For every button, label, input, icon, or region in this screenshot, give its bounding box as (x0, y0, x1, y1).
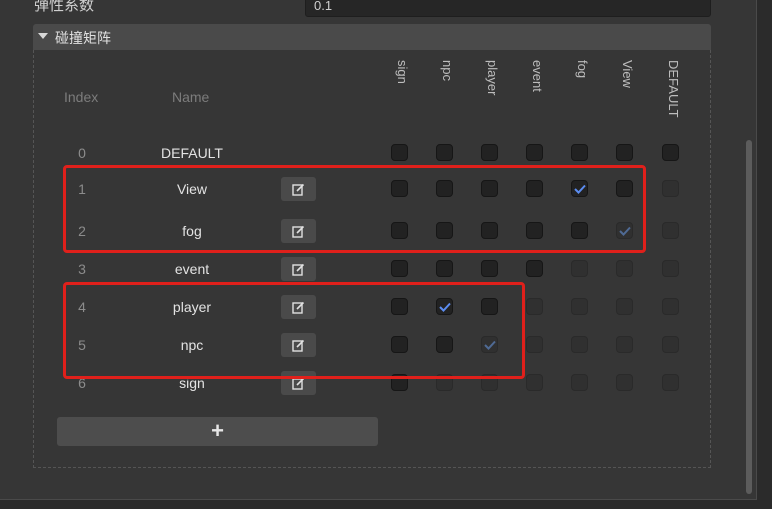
column-header-default: DEFAULT (662, 60, 682, 140)
section-title: 碰撞矩阵 (55, 30, 111, 46)
column-header-player: player (481, 60, 501, 140)
scrollbar-thumb[interactable] (746, 140, 752, 494)
collision-checkbox (662, 298, 679, 315)
collision-checkbox (616, 298, 633, 315)
column-header-label: DEFAULT (666, 60, 681, 118)
elasticity-input[interactable]: 0.1 (305, 0, 711, 17)
collision-checkbox (662, 180, 679, 197)
collision-checkbox[interactable] (436, 260, 453, 277)
collision-checkbox[interactable] (481, 260, 498, 277)
collapse-arrow-icon[interactable] (38, 33, 48, 39)
add-group-button[interactable]: + (57, 417, 378, 446)
collision-checkbox (526, 336, 543, 353)
column-header-label: View (620, 60, 635, 88)
collision-checkbox (662, 336, 679, 353)
highlight-box-bottom (63, 282, 525, 379)
edit-group-button[interactable] (281, 257, 316, 281)
column-header-label: fog (575, 60, 590, 79)
elasticity-label: 弹性系数 (34, 0, 95, 14)
column-header-label: player (485, 60, 500, 96)
column-header-label: event (530, 60, 545, 92)
collision-checkbox (526, 298, 543, 315)
collision-checkbox[interactable] (571, 144, 588, 161)
collision-checkbox[interactable] (391, 144, 408, 161)
collision-checkbox (571, 298, 588, 315)
elasticity-property: 弹性系数 0.1 (0, 0, 740, 18)
collision-checkbox (616, 374, 633, 391)
collision-checkbox (571, 336, 588, 353)
collision-checkbox[interactable] (616, 144, 633, 161)
edit-icon (292, 263, 305, 276)
collision-checkbox (526, 374, 543, 391)
collision-checkbox (571, 260, 588, 277)
row-index: 0 (78, 145, 86, 161)
column-header-label: sign (395, 60, 410, 84)
column-header-event: event (526, 60, 546, 140)
collision-checkbox[interactable] (526, 260, 543, 277)
collision-checkbox (662, 260, 679, 277)
column-header-fog: fog (571, 60, 591, 140)
collision-checkbox (616, 336, 633, 353)
collision-matrix-header[interactable]: 碰撞矩阵 (33, 24, 711, 50)
column-header-view: View (616, 60, 636, 140)
collision-checkbox (616, 260, 633, 277)
collision-checkbox[interactable] (481, 144, 498, 161)
row-name: event (174, 261, 210, 277)
name-column-header: Name (172, 89, 210, 105)
collision-checkbox[interactable] (436, 144, 453, 161)
collision-checkbox[interactable] (391, 260, 408, 277)
column-header-label: npc (440, 60, 455, 81)
column-header-npc: npc (436, 60, 456, 140)
collision-matrix-body (33, 50, 711, 468)
row-name: DEFAULT (161, 145, 223, 161)
column-header-sign: sign (391, 60, 411, 140)
collision-checkbox (571, 374, 588, 391)
row-index: 3 (78, 261, 86, 277)
collision-checkbox[interactable] (526, 144, 543, 161)
collision-checkbox (662, 374, 679, 391)
collision-checkbox[interactable] (662, 144, 679, 161)
scrollbar-track[interactable] (757, 0, 772, 509)
highlight-box-top (63, 165, 646, 253)
index-column-header: Index (64, 89, 99, 105)
collision-checkbox (662, 222, 679, 239)
